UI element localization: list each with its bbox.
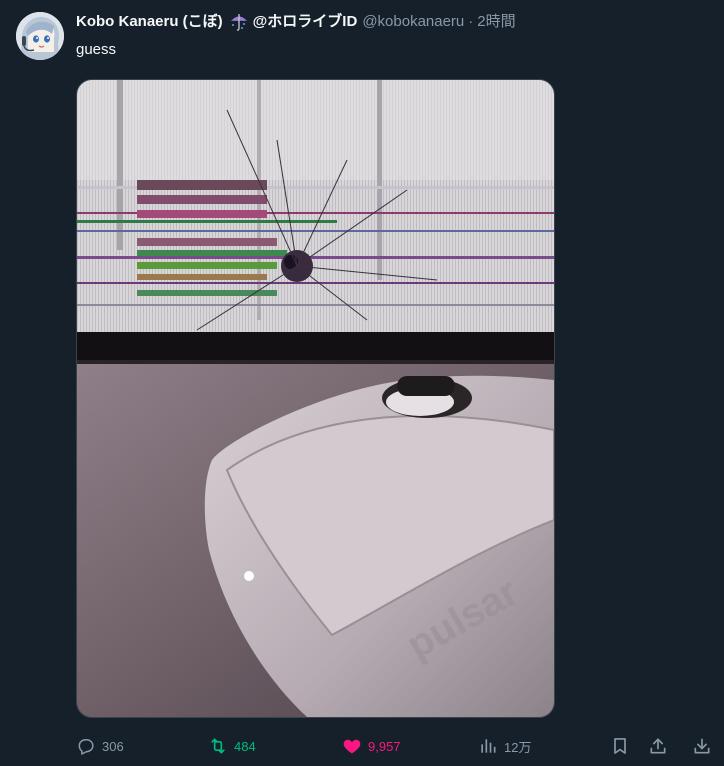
umbrella-icon [229,12,249,32]
tweet-header: Kobo Kanaeru (こぼ) @ホロライブID @kobokanaeru … [76,12,516,32]
separator-dot: · [468,13,474,30]
heart-icon [342,736,362,756]
avatar-image [16,12,64,60]
tweet-photo[interactable]: pulsar [76,79,555,718]
display-name[interactable]: Kobo Kanaeru (こぼ) [76,12,223,32]
download-button[interactable] [692,730,712,762]
view-count: 12万 [504,739,532,755]
retweet-icon [208,736,228,756]
share-icon [648,736,668,756]
download-icon [692,736,712,756]
like-count: 9,957 [368,738,401,754]
reply-icon [76,736,96,756]
retweet-button[interactable]: 484 [208,730,256,762]
bookmark-icon [610,736,630,756]
tweet-text: guess [76,41,117,58]
reply-button[interactable]: 306 [76,730,124,762]
action-bar: 306 484 9,957 12万 [0,730,724,762]
share-button[interactable] [648,730,668,762]
bookmark-button[interactable] [610,730,630,762]
photo-image: pulsar [77,80,554,717]
reply-count: 306 [102,738,124,754]
avatar[interactable] [16,12,64,60]
retweet-count: 484 [234,738,256,754]
like-button[interactable]: 9,957 [342,730,401,762]
affiliation-label[interactable]: @ホロライブID [253,12,358,32]
tweet[interactable]: Kobo Kanaeru (こぼ) @ホロライブID @kobokanaeru … [0,0,724,766]
user-handle[interactable]: @kobokanaeru [362,12,464,32]
views-button[interactable]: 12万 [478,730,531,762]
timestamp[interactable]: 2時間 [477,12,515,32]
analytics-icon [478,736,498,756]
